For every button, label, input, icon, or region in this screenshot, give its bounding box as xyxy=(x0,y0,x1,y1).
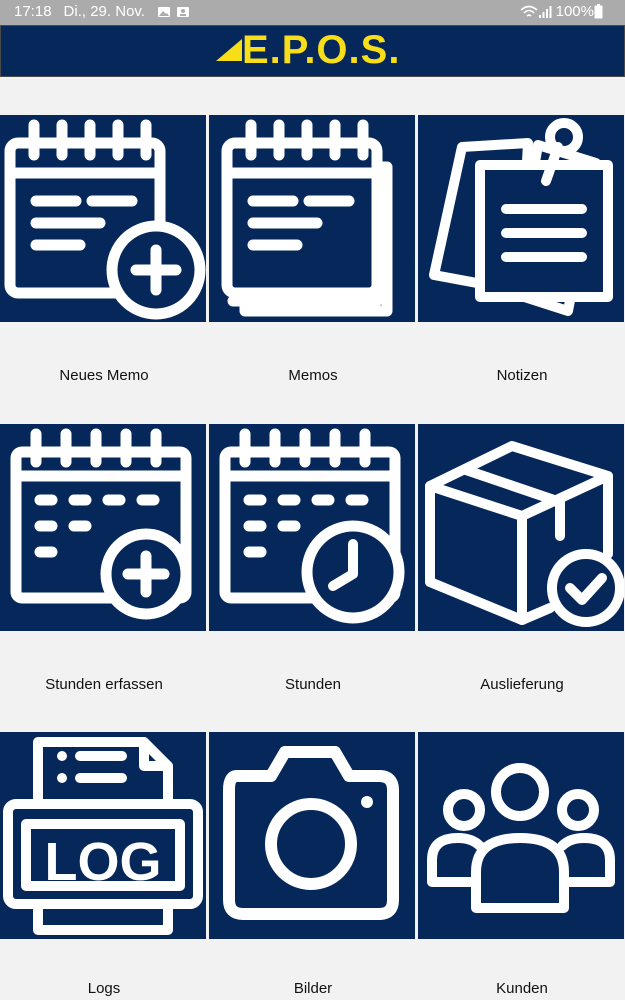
logo-text: E.P.O.S. xyxy=(242,28,401,72)
tile-label[interactable]: Notizen xyxy=(418,367,625,384)
battery-icon xyxy=(594,4,603,19)
logo-triangle-icon xyxy=(216,39,242,61)
screenshot-icon xyxy=(176,6,189,17)
camera-icon xyxy=(223,746,399,920)
tile-label[interactable]: Stunden xyxy=(209,676,417,693)
svg-text:LOG: LOG xyxy=(45,832,162,892)
tile-image[interactable] xyxy=(209,732,415,939)
battery-percent: 100% xyxy=(555,3,594,20)
tile-label[interactable]: Stunden erfassen xyxy=(0,676,208,693)
new-memo-icon xyxy=(4,119,206,320)
status-bar-left: 17:18 Di., 29. Nov. xyxy=(14,3,190,20)
tile-label[interactable]: Auslieferung xyxy=(418,676,625,693)
tile-label[interactable]: Neues Memo xyxy=(0,367,208,384)
tile-image[interactable] xyxy=(418,732,624,939)
memos-icon xyxy=(221,119,393,317)
tile-image[interactable] xyxy=(418,424,624,631)
customers-icon xyxy=(427,763,615,913)
app-bar: E.P.O.S. xyxy=(0,25,625,77)
tile-label[interactable]: Logs xyxy=(0,980,208,997)
tile-label[interactable]: Memos xyxy=(209,367,417,384)
tile-image[interactable] xyxy=(209,115,415,322)
tile-label[interactable]: Bilder xyxy=(209,980,417,997)
tile-image[interactable] xyxy=(418,115,624,322)
tile-image[interactable]: LOG xyxy=(0,732,206,939)
tile-image[interactable] xyxy=(0,424,206,631)
tile-image[interactable] xyxy=(0,115,206,322)
add-hours-icon xyxy=(10,428,192,620)
status-bar: 17:18 Di., 29. Nov. 100% xyxy=(0,0,625,25)
hours-icon xyxy=(219,428,405,624)
delivery-box-icon xyxy=(425,441,624,627)
status-bar-right: 100% xyxy=(520,3,603,20)
tile-label[interactable]: Kunden xyxy=(418,980,625,997)
signal-icon xyxy=(538,5,552,18)
notes-icon xyxy=(429,118,613,316)
gallery-icon xyxy=(157,6,170,17)
epos-logo: E.P.O.S. xyxy=(216,29,400,71)
log-printer-icon: LOG xyxy=(3,737,203,935)
tile-image[interactable] xyxy=(209,424,415,631)
status-time: 17:18 xyxy=(14,3,52,20)
wifi-icon xyxy=(520,5,538,17)
status-date: Di., 29. Nov. xyxy=(63,3,145,20)
